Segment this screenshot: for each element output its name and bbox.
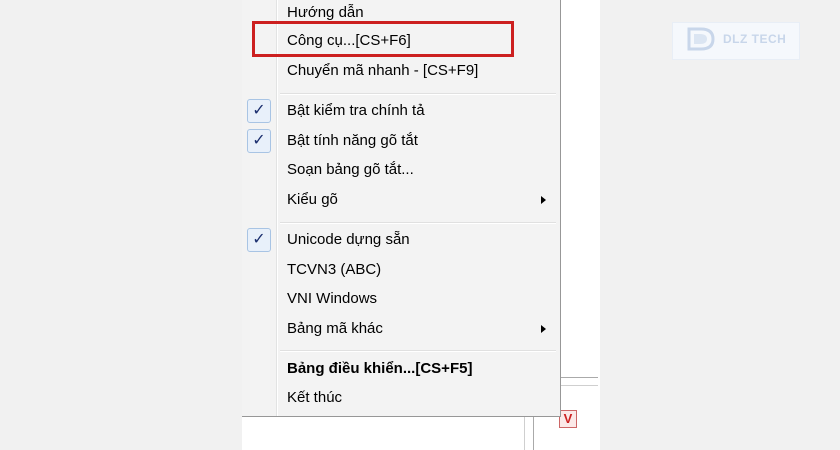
menu-item-bang-dieu-khien[interactable]: Bảng điều khiển...[CS+F5] <box>244 355 558 383</box>
menu-item-unicode-dung-san[interactable]: ✓ Unicode dựng sẵn <box>244 226 558 254</box>
menu-item-vni-windows[interactable]: VNI Windows <box>244 285 558 313</box>
menu-item-label: TCVN3 (ABC) <box>287 261 382 278</box>
checkmark-icon: ✓ <box>247 228 271 252</box>
menu-item-label: Bảng mã khác <box>287 320 383 337</box>
menu-item-kieu-go[interactable]: Kiểu gõ <box>244 186 558 214</box>
submenu-arrow-icon <box>541 325 546 333</box>
menu-item-label: Soạn bảng gõ tắt... <box>287 161 414 178</box>
checkmark-icon: ✓ <box>247 129 271 153</box>
checkmark-icon: ✓ <box>247 99 271 123</box>
dlz-logo-icon <box>687 27 715 51</box>
window-edge <box>560 377 598 378</box>
menu-item-label: Unicode dựng sẵn <box>287 231 410 248</box>
menu-item-go-tat[interactable]: ✓ Bật tính năng gõ tắt <box>244 127 558 155</box>
menu-item-ket-thuc[interactable]: Kết thúc <box>244 384 558 412</box>
vietkey-tray-icon[interactable]: V <box>559 410 577 428</box>
menu-item-tcvn3[interactable]: TCVN3 (ABC) <box>244 256 558 284</box>
highlight-annotation <box>252 21 514 57</box>
right-background-panel <box>600 0 840 450</box>
screenshot-stage: DLZ TECH V Hướng dẫn Công cụ...[CS+F6] C… <box>0 0 840 450</box>
menu-item-label: Chuyển mã nhanh - [CS+F9] <box>287 62 479 79</box>
menu-item-label: VNI Windows <box>287 290 378 307</box>
menu-item-label: Bảng điều khiển...[CS+F5] <box>287 360 473 377</box>
menu-item-label: Kiểu gõ <box>287 191 338 208</box>
menu-item-label: Kết thúc <box>287 389 343 406</box>
menu-separator <box>280 350 556 352</box>
menu-separator <box>280 93 556 95</box>
menu-item-bang-ma-khac[interactable]: Bảng mã khác <box>244 315 558 343</box>
left-background-panel <box>0 0 242 450</box>
watermark-text: DLZ TECH <box>723 32 787 46</box>
menu-item-kiem-tra-chinh-ta[interactable]: ✓ Bật kiểm tra chính tả <box>244 97 558 125</box>
submenu-arrow-icon <box>541 196 546 204</box>
menu-separator <box>280 222 556 224</box>
window-edge <box>560 385 598 386</box>
context-menu: Hướng dẫn Công cụ...[CS+F6] Chuyển mã nh… <box>242 0 561 417</box>
watermark-logo: DLZ TECH <box>672 22 800 60</box>
menu-item-label: Bật kiểm tra chính tả <box>287 102 425 119</box>
menu-item-soan-bang-go-tat[interactable]: Soạn bảng gõ tắt... <box>244 156 558 184</box>
menu-item-label: Bật tính năng gõ tắt <box>287 132 418 149</box>
menu-item-chuyen-ma-nhanh[interactable]: Chuyển mã nhanh - [CS+F9] <box>244 57 558 85</box>
